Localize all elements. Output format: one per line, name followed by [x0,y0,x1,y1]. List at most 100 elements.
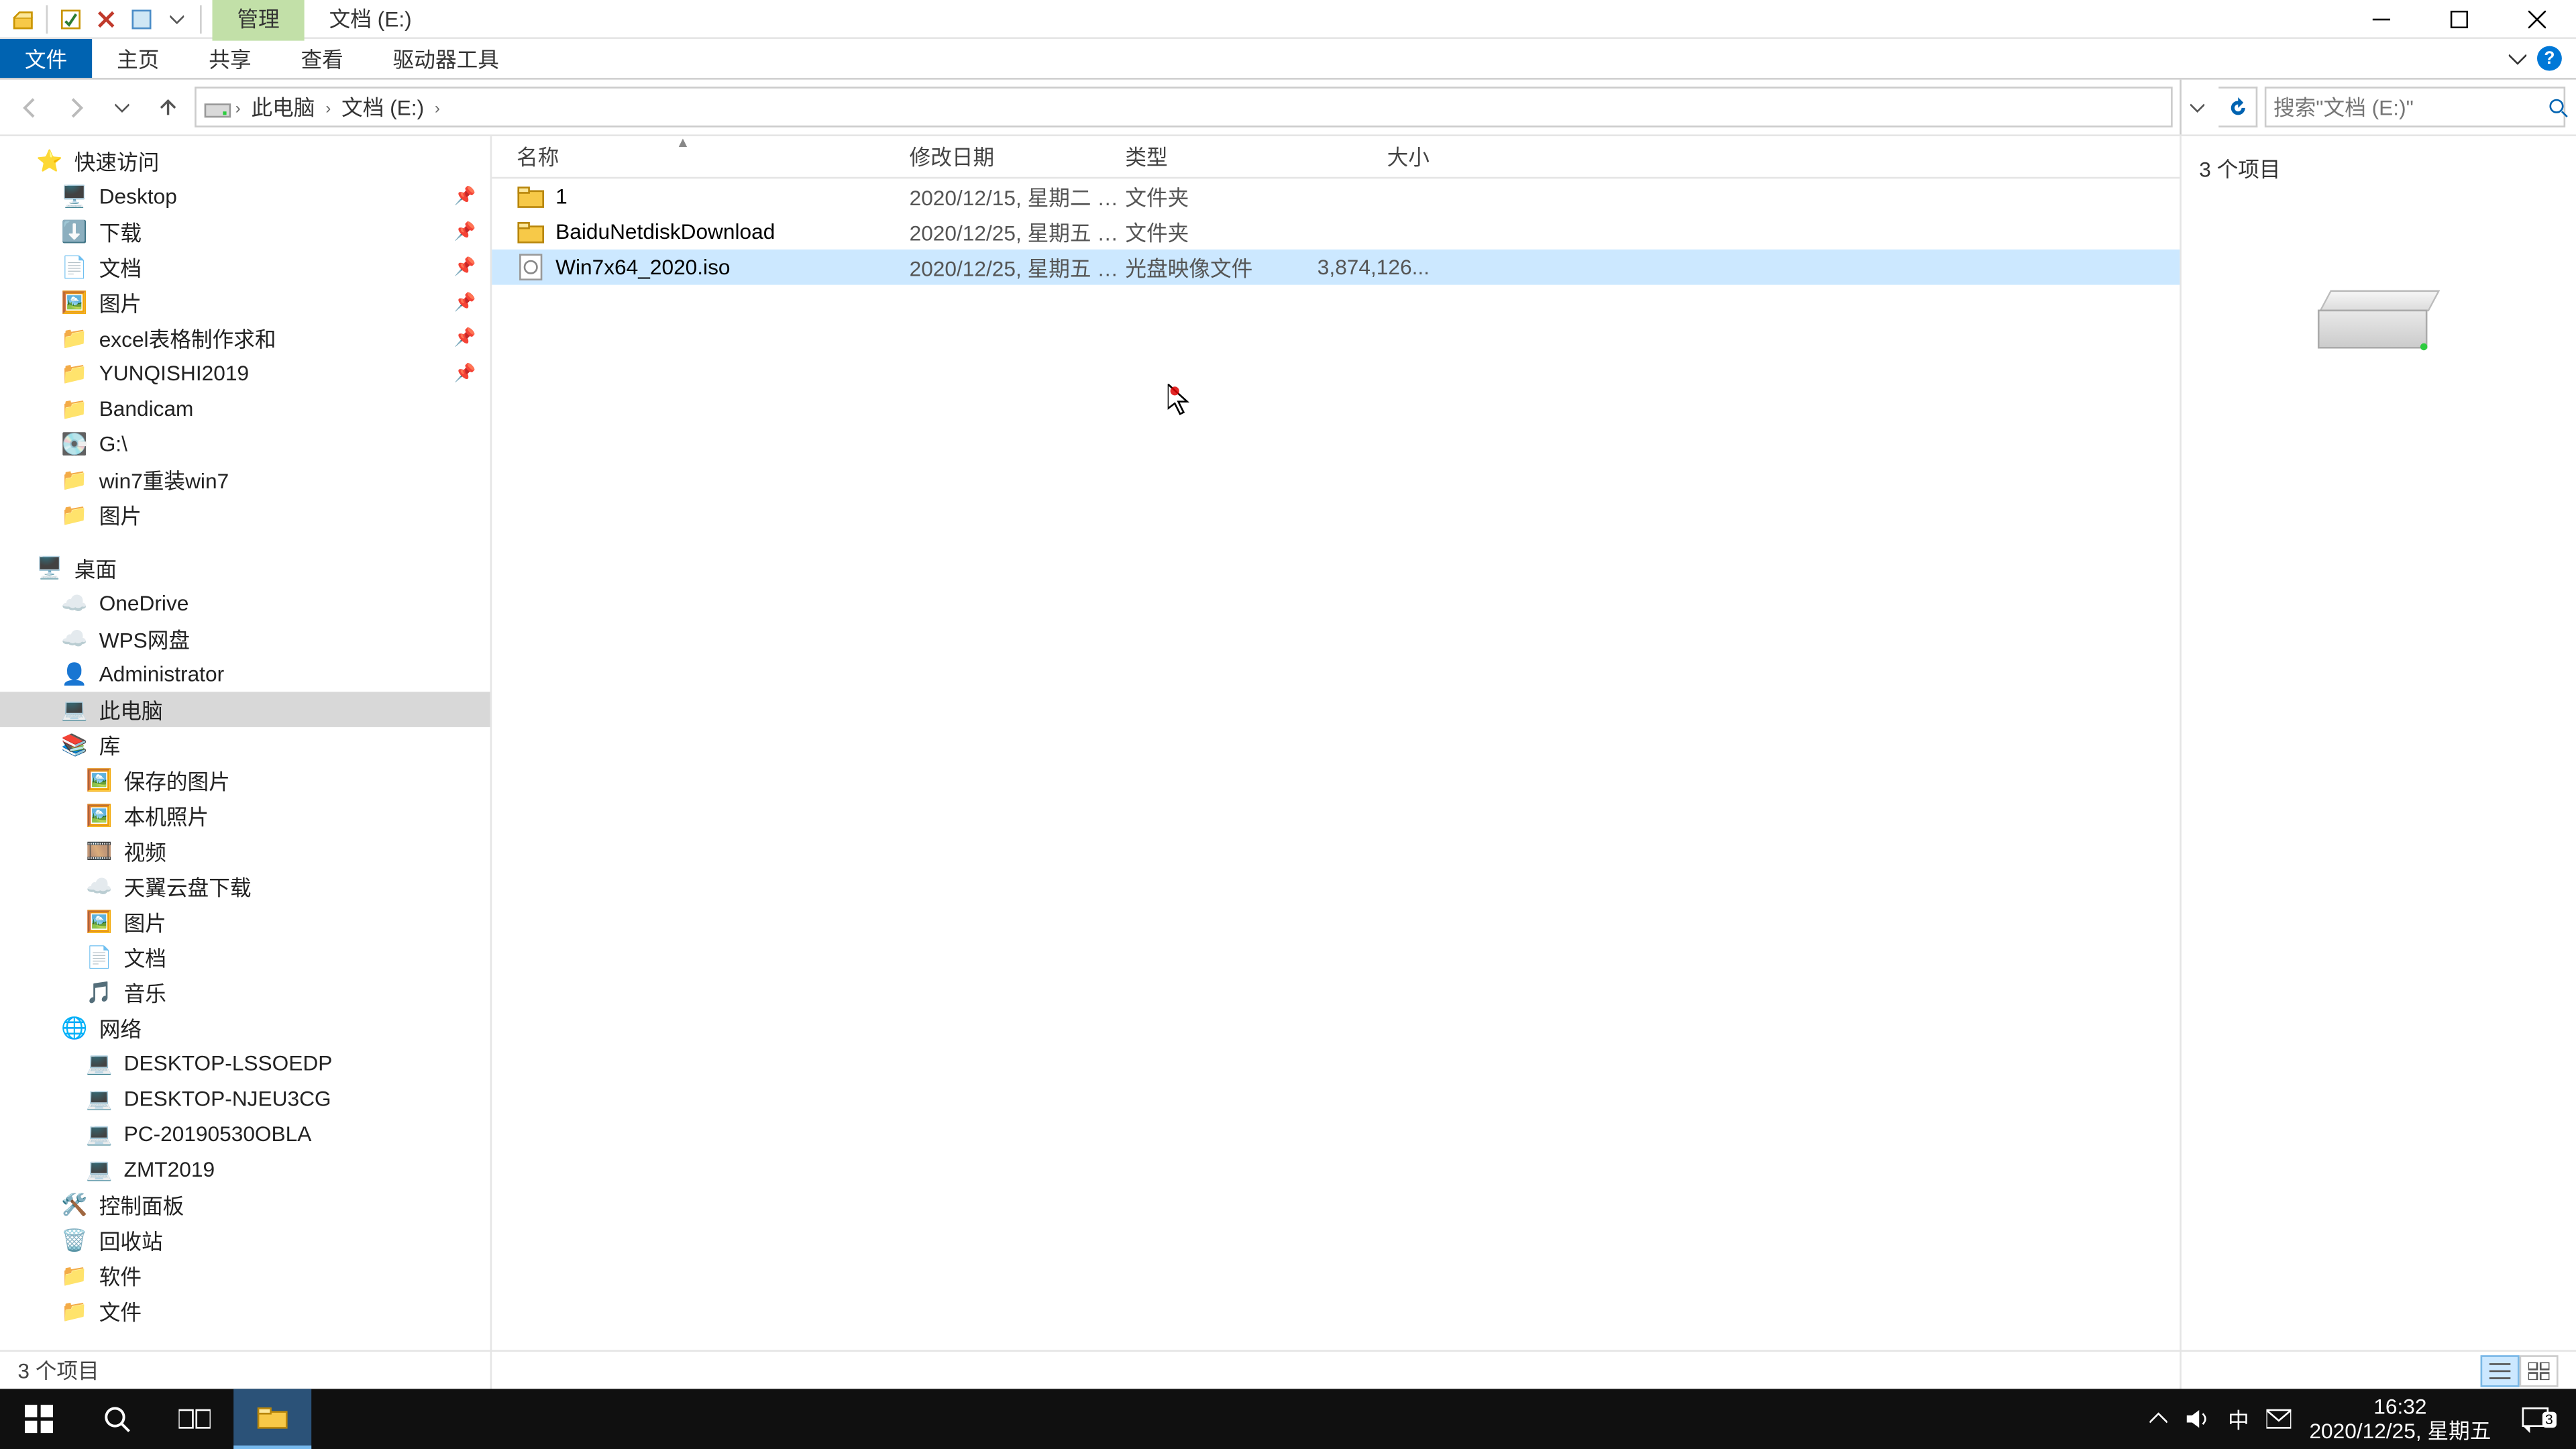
tray-ime[interactable]: 中 [2228,1404,2249,1434]
qat-properties-icon[interactable] [55,3,87,34]
file-list[interactable]: 12020/12/15, 星期二 1...文件夹BaiduNetdiskDown… [492,178,2180,284]
tab-share[interactable]: 共享 [184,39,276,78]
folder-icon: 📁 [60,500,89,529]
quick-access-toolbar [0,3,212,34]
qat-delete-icon[interactable] [91,3,122,34]
tree-recycle[interactable]: 🗑️回收站 [0,1222,490,1258]
tray-mail-icon[interactable] [2267,1408,2292,1430]
tab-home[interactable]: 主页 [92,39,184,78]
view-thumbnails-button[interactable] [2520,1354,2559,1386]
star-icon: ⭐ [36,147,64,175]
close-button[interactable] [2498,0,2576,38]
contextual-tab[interactable]: 管理 [212,0,304,41]
qat-dropdown-icon[interactable] [161,3,193,34]
tree-downloads[interactable]: ⬇️下载📌 [0,214,490,250]
tree-pictures[interactable]: 🖼️图片📌 [0,285,490,321]
chevron-right-icon[interactable]: › [435,98,440,115]
chevron-right-icon[interactable]: › [325,98,331,115]
tree-win7reinstall[interactable]: 📁win7重装win7 [0,462,490,497]
tab-drive-tools[interactable]: 驱动器工具 [368,39,524,78]
tree-pc1[interactable]: 💻DESKTOP-LSSOEDP [0,1046,490,1081]
taskbar-search-icon[interactable] [78,1389,156,1449]
tree-libraries[interactable]: 📚库 [0,727,490,763]
expand-ribbon-icon[interactable] [2509,50,2526,67]
qat-more-icon[interactable] [125,3,157,34]
tree-camera-roll[interactable]: 🖼️本机照片 [0,798,490,833]
up-button[interactable] [149,88,188,127]
recent-locations-icon[interactable] [103,88,142,127]
tray-chevron-up-icon[interactable] [2150,1410,2167,1428]
tree-control-panel[interactable]: 🛠️控制面板 [0,1187,490,1223]
tree-label: Bandicam [99,396,194,421]
tree-pics3[interactable]: 🖼️图片 [0,904,490,940]
column-date[interactable]: 修改日期 [910,142,1126,172]
crumb-current[interactable]: 文档 (E:) [335,92,431,122]
tree-this-pc[interactable]: 💻此电脑 [0,692,490,727]
tree-software[interactable]: 📁软件 [0,1258,490,1293]
tree-music[interactable]: 🎵音乐 [0,975,490,1010]
tree-pictures2[interactable]: 📁 图片 [0,497,490,533]
tree-videos[interactable]: 🎞️视频 [0,833,490,869]
tree-desktop-root[interactable]: 🖥️桌面 [0,550,490,586]
tree-quick-access[interactable]: ⭐快速访问 [0,144,490,179]
tree-documents[interactable]: 📄文档📌 [0,250,490,285]
tree-label: ZMT2019 [124,1157,215,1182]
view-details-button[interactable] [2481,1354,2520,1386]
search-icon[interactable] [2548,97,2569,118]
mouse-cursor-icon [1168,384,1196,419]
file-row[interactable]: BaiduNetdiskDownload2020/12/25, 星期五 1...… [492,214,2180,250]
minimize-button[interactable] [2343,0,2420,38]
maximize-button[interactable] [2420,0,2498,38]
tree-excel[interactable]: 📁excel表格制作求和📌 [0,320,490,356]
column-name[interactable]: 名称▲ [517,142,909,172]
tree-label: G:\ [99,432,127,457]
tree-label: win7重装win7 [99,464,229,494]
tree-label: 图片 [99,500,142,530]
tray-volume-icon[interactable] [2186,1408,2210,1430]
tree-label: Desktop [99,184,177,209]
taskbar-explorer[interactable] [233,1389,311,1449]
tree-pc2[interactable]: 💻DESKTOP-NJEU3CG [0,1081,490,1116]
tree-saved-pics[interactable]: 🖼️保存的图片 [0,763,490,798]
tray-date: 2020/12/25, 星期五 [2309,1419,2491,1444]
search-input[interactable] [2273,95,2548,119]
address-history-icon[interactable] [2180,80,2211,135]
tree-pc4[interactable]: 💻ZMT2019 [0,1152,490,1187]
tree-g-drive[interactable]: 💽G:\ [0,427,490,462]
tray-clock[interactable]: 16:32 2020/12/25, 星期五 [2309,1393,2491,1444]
task-view-icon[interactable] [156,1389,233,1449]
refresh-button[interactable] [2218,87,2257,127]
tree-tianyi[interactable]: ☁️天翼云盘下载 [0,869,490,904]
help-icon[interactable]: ? [2537,46,2562,71]
column-size[interactable]: 大小 [1305,142,1430,172]
tree-label: 软件 [99,1260,142,1291]
tree-admin[interactable]: 👤Administrator [0,656,490,692]
tree-bandicam[interactable]: 📁Bandicam [0,391,490,427]
tree-yunqishi[interactable]: 📁YUNQISHI2019📌 [0,356,490,391]
tab-view[interactable]: 查看 [276,39,368,78]
file-type: 文件夹 [1125,217,1305,247]
tray-time: 16:32 [2309,1393,2491,1419]
tree-files[interactable]: 📁文件 [0,1293,490,1329]
tree-onedrive[interactable]: ☁️OneDrive [0,586,490,621]
app-icon[interactable] [7,3,39,34]
chevron-right-icon[interactable]: › [235,98,241,115]
tab-file[interactable]: 文件 [0,39,92,78]
column-type[interactable]: 类型 [1125,142,1305,172]
tree-label: WPS网盘 [99,624,190,654]
navigation-tree[interactable]: ⭐快速访问 🖥️Desktop📌 ⬇️下载📌 📄文档📌 🖼️图片📌 📁excel… [0,136,492,1389]
file-row[interactable]: Win7x64_2020.iso2020/12/25, 星期五 1...光盘映像… [492,250,2180,285]
crumb-this-pc[interactable]: 此电脑 [244,92,322,122]
tree-network[interactable]: 🌐网络 [0,1010,490,1046]
start-button[interactable] [0,1389,78,1449]
tree-wps[interactable]: ☁️WPS网盘 [0,621,490,657]
tree-pc3[interactable]: 💻PC-20190530OBLA [0,1116,490,1152]
forward-button[interactable] [56,88,95,127]
tree-desktop[interactable]: 🖥️Desktop📌 [0,178,490,214]
search-box[interactable] [2265,87,2565,127]
address-bar[interactable]: › 此电脑 › 文档 (E:) › [195,87,2173,127]
file-row[interactable]: 12020/12/15, 星期二 1...文件夹 [492,178,2180,214]
tree-docs2[interactable]: 📄文档 [0,939,490,975]
action-center-icon[interactable]: 3 [2509,1405,2562,1433]
back-button[interactable] [11,88,50,127]
